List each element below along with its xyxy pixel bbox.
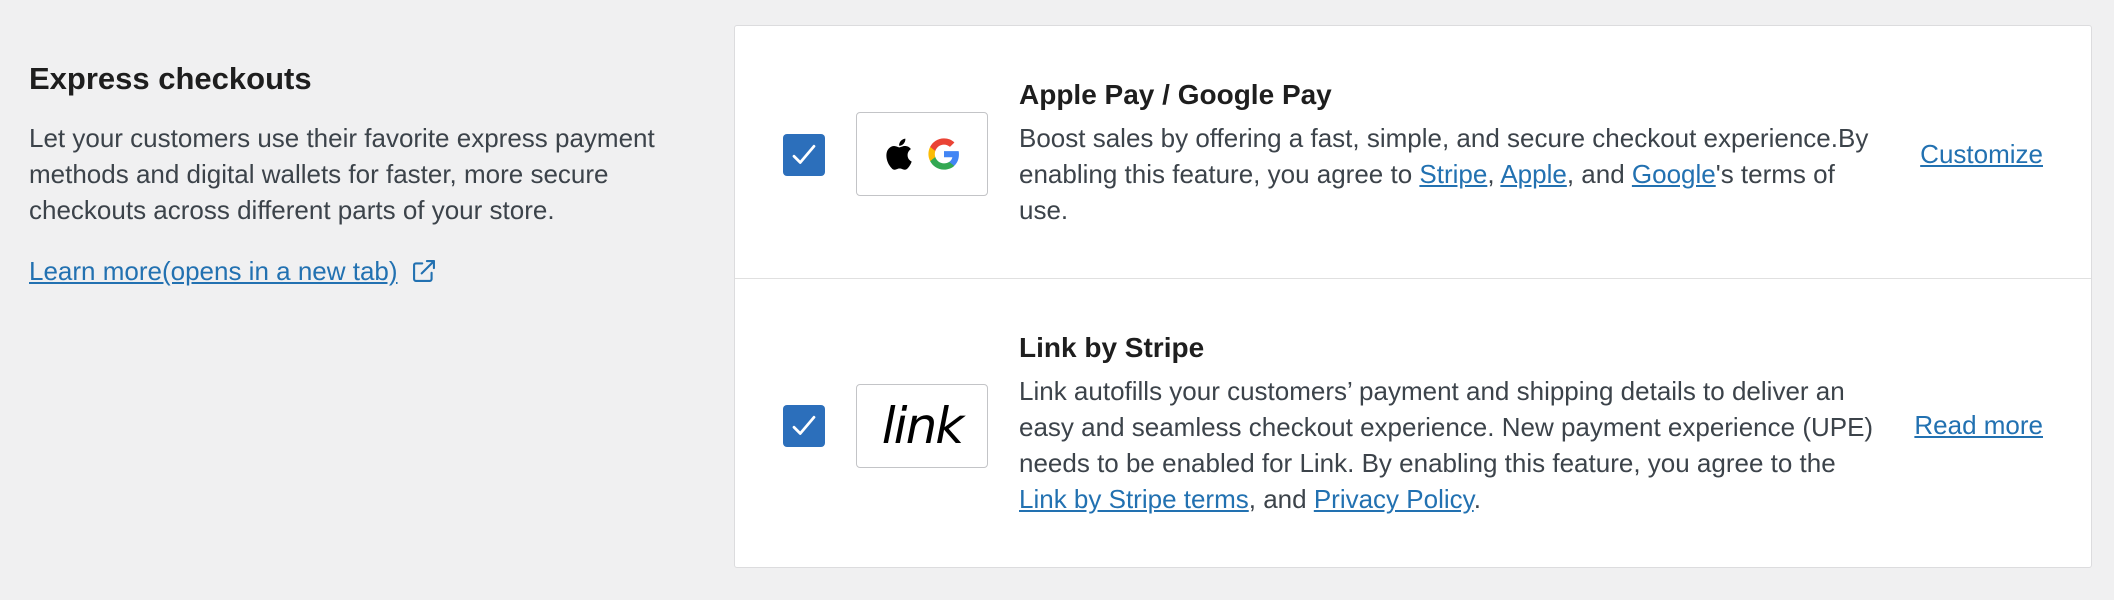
apple-terms-link[interactable]: Apple bbox=[1500, 159, 1567, 189]
intro-section: Express checkouts Let your customers use… bbox=[29, 58, 689, 289]
read-more-link[interactable]: Read more bbox=[1914, 407, 2043, 443]
google-terms-link[interactable]: Google bbox=[1632, 159, 1716, 189]
checkmark-icon bbox=[792, 144, 816, 164]
external-link-icon bbox=[412, 260, 435, 282]
apple-google-pay-content: Apple Pay / Google Pay Boost sales by of… bbox=[1019, 76, 1879, 228]
method-title: Apple Pay / Google Pay bbox=[1019, 79, 1332, 110]
customize-link[interactable]: Customize bbox=[1920, 136, 2043, 172]
stripe-terms-link[interactable]: Stripe bbox=[1419, 159, 1487, 189]
description-end-text: . bbox=[1473, 484, 1481, 514]
link-by-stripe-content: Link by Stripe Link autofills your custo… bbox=[1019, 329, 1879, 517]
separator-text: , and bbox=[1248, 484, 1314, 514]
learn-more-label: Learn more(opens in a new tab) bbox=[29, 256, 398, 286]
section-title: Express checkouts bbox=[29, 61, 312, 96]
learn-more-link[interactable]: Learn more(opens in a new tab) bbox=[29, 253, 438, 289]
separator-text: , bbox=[1487, 159, 1501, 189]
apple-google-pay-logo bbox=[856, 112, 988, 196]
method-title: Link by Stripe bbox=[1019, 332, 1205, 363]
link-logo: link bbox=[856, 384, 988, 468]
payment-methods-card: Apple Pay / Google Pay Boost sales by of… bbox=[734, 25, 2092, 568]
apple-icon bbox=[886, 138, 912, 170]
method-description: Boost sales by offering a fast, simple, … bbox=[1019, 120, 1879, 228]
link-wordmark: link bbox=[881, 397, 964, 455]
method-row-apple-google-pay: Apple Pay / Google Pay Boost sales by of… bbox=[735, 26, 2091, 279]
privacy-policy-link[interactable]: Privacy Policy bbox=[1314, 484, 1474, 514]
method-description: Link autofills your customers’ payment a… bbox=[1019, 373, 1879, 517]
description-text: Link autofills your customers’ payment a… bbox=[1019, 376, 1874, 478]
link-by-stripe-checkbox[interactable] bbox=[783, 405, 825, 447]
express-checkouts-settings: Express checkouts Let your customers use… bbox=[0, 0, 2114, 600]
method-row-link-by-stripe: link Link by Stripe Link autofills your … bbox=[735, 279, 2091, 569]
google-icon bbox=[928, 138, 959, 170]
separator-text: , and bbox=[1566, 159, 1632, 189]
apple-google-pay-checkbox[interactable] bbox=[783, 134, 825, 176]
section-description: Let your customers use their favorite ex… bbox=[29, 123, 655, 225]
link-by-stripe-terms-link[interactable]: Link by Stripe terms bbox=[1019, 484, 1249, 514]
checkmark-icon bbox=[792, 415, 816, 435]
